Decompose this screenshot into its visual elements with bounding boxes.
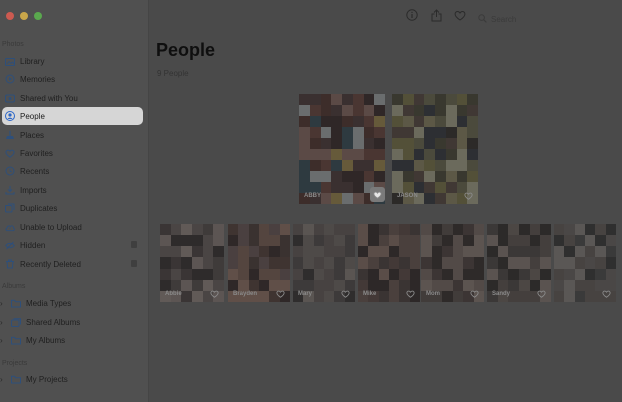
sidebar-item-label: Memories bbox=[20, 74, 56, 84]
person-name: Mary bbox=[298, 291, 313, 297]
sidebar-item-label: My Projects bbox=[26, 374, 68, 384]
search-placeholder: Search bbox=[491, 14, 517, 24]
window-controls bbox=[6, 12, 42, 20]
heart-icon[interactable] bbox=[453, 8, 467, 22]
sidebar-item-label: Recents bbox=[20, 166, 50, 176]
sidebar-item-label: Places bbox=[20, 130, 45, 140]
person-tile[interactable]: Mary bbox=[293, 224, 355, 302]
sidebar-item-favorites[interactable]: Favorites bbox=[2, 144, 143, 162]
person-name: ABBY bbox=[304, 193, 322, 199]
trash-icon bbox=[5, 259, 15, 269]
sidebar-item-label: Hidden bbox=[20, 240, 46, 250]
person-name: Mom bbox=[426, 291, 440, 297]
sidebar-item-recently-deleted[interactable]: Recently Deleted bbox=[2, 255, 143, 273]
favorite-heart-icon[interactable] bbox=[275, 288, 286, 299]
cloud-alert-icon bbox=[5, 222, 15, 232]
sidebar-item-duplicates[interactable]: Duplicates bbox=[2, 199, 143, 217]
sidebar-item-memories[interactable]: Memories bbox=[2, 70, 143, 88]
person-name: Abbie bbox=[165, 291, 182, 297]
lock-icon bbox=[131, 241, 137, 248]
favorite-heart-icon[interactable] bbox=[209, 288, 220, 299]
people-count: 9 People bbox=[157, 69, 189, 78]
chevron-right-icon[interactable]: › bbox=[0, 318, 6, 327]
favorite-heart-icon[interactable] bbox=[405, 288, 416, 299]
sidebar-item-media-types[interactable]: › Media Types bbox=[0, 294, 143, 312]
sidebar-item-my-albums[interactable]: › My Albums bbox=[0, 331, 143, 349]
sidebar-item-places[interactable]: Places bbox=[2, 126, 143, 144]
sidebar-item-label: Unable to Upload bbox=[20, 222, 82, 232]
sidebar-item-label: Media Types bbox=[26, 298, 72, 308]
person-tile[interactable]: Sandy bbox=[487, 224, 551, 302]
sidebar-item-label: Shared Albums bbox=[26, 317, 81, 327]
person-tile[interactable]: ABBY bbox=[299, 94, 385, 204]
eye-slash-icon bbox=[5, 240, 15, 250]
sidebar-item-label: Library bbox=[20, 56, 45, 66]
places-icon bbox=[5, 130, 15, 140]
sidebar-item-recents[interactable]: Recents bbox=[2, 162, 143, 180]
shared-albums-icon bbox=[11, 317, 21, 327]
info-icon[interactable] bbox=[405, 8, 419, 22]
duplicates-icon bbox=[5, 203, 15, 213]
sidebar-item-people[interactable]: People bbox=[2, 107, 143, 125]
chevron-right-icon[interactable]: › bbox=[0, 375, 6, 384]
person-tile[interactable]: Abbie bbox=[160, 224, 224, 302]
sidebar-item-label: People bbox=[20, 111, 45, 121]
person-name: Mike bbox=[363, 291, 377, 297]
sidebar-item-label: Imports bbox=[20, 185, 47, 195]
heart-icon bbox=[5, 148, 15, 158]
person-name: Brayden bbox=[233, 291, 258, 297]
favorite-heart-icon[interactable] bbox=[601, 288, 612, 299]
person-name: JASON bbox=[397, 193, 418, 199]
lock-icon bbox=[131, 260, 137, 267]
sidebar-item-label: Shared with You bbox=[20, 93, 78, 103]
share-icon[interactable] bbox=[429, 8, 443, 22]
sidebar-item-shared-albums[interactable]: › Shared Albums bbox=[0, 313, 143, 331]
folder-icon bbox=[11, 298, 21, 308]
favorite-heart-icon[interactable] bbox=[536, 288, 547, 299]
import-icon bbox=[5, 185, 15, 195]
sidebar-item-label: Duplicates bbox=[20, 203, 58, 213]
sidebar-section-projects: Projects bbox=[2, 360, 28, 367]
search-field[interactable]: Search bbox=[478, 10, 516, 28]
memories-icon bbox=[5, 74, 15, 84]
face-photo bbox=[392, 94, 478, 204]
toolbar: Search bbox=[150, 0, 622, 32]
library-icon bbox=[5, 56, 15, 66]
sidebar-item-unable-to-upload[interactable]: Unable to Upload bbox=[2, 218, 143, 236]
sidebar: Photos Library Memories Shared with You … bbox=[0, 0, 149, 402]
sidebar-item-label: Recently Deleted bbox=[20, 259, 81, 269]
sidebar-item-shared-with-you[interactable]: Shared with You bbox=[2, 89, 143, 107]
person-name: Sandy bbox=[492, 291, 511, 297]
folder-icon bbox=[11, 335, 21, 345]
sidebar-section-photos: Photos bbox=[2, 41, 24, 48]
close-window-button[interactable] bbox=[6, 12, 14, 20]
person-tile[interactable]: Brayden bbox=[228, 224, 290, 302]
search-icon bbox=[478, 10, 487, 28]
page-title: People bbox=[156, 40, 216, 60]
favorite-heart-icon[interactable] bbox=[469, 288, 480, 299]
people-icon bbox=[5, 111, 15, 121]
shared-icon bbox=[5, 93, 15, 103]
chevron-right-icon[interactable]: › bbox=[0, 299, 6, 308]
person-tile[interactable]: Mike bbox=[358, 224, 420, 302]
person-tile[interactable] bbox=[554, 224, 616, 302]
zoom-window-button[interactable] bbox=[34, 12, 42, 20]
sidebar-section-albums: Albums bbox=[2, 283, 26, 290]
sidebar-item-label: Favorites bbox=[20, 148, 53, 158]
sidebar-item-library[interactable]: Library bbox=[2, 52, 143, 70]
minimize-window-button[interactable] bbox=[20, 12, 28, 20]
chevron-right-icon[interactable]: › bbox=[0, 336, 6, 345]
sidebar-item-hidden[interactable]: Hidden bbox=[2, 236, 143, 254]
folder-icon bbox=[11, 374, 21, 384]
sidebar-item-my-projects[interactable]: › My Projects bbox=[0, 370, 143, 388]
sidebar-item-label: My Albums bbox=[26, 335, 66, 345]
favorite-heart-icon[interactable] bbox=[463, 190, 474, 201]
sidebar-item-imports[interactable]: Imports bbox=[2, 181, 143, 199]
person-tile[interactable]: JASON bbox=[392, 94, 478, 204]
favorite-heart-icon[interactable] bbox=[370, 187, 385, 202]
favorite-heart-icon[interactable] bbox=[340, 288, 351, 299]
person-tile[interactable]: Mom bbox=[421, 224, 484, 302]
clock-icon bbox=[5, 166, 15, 176]
